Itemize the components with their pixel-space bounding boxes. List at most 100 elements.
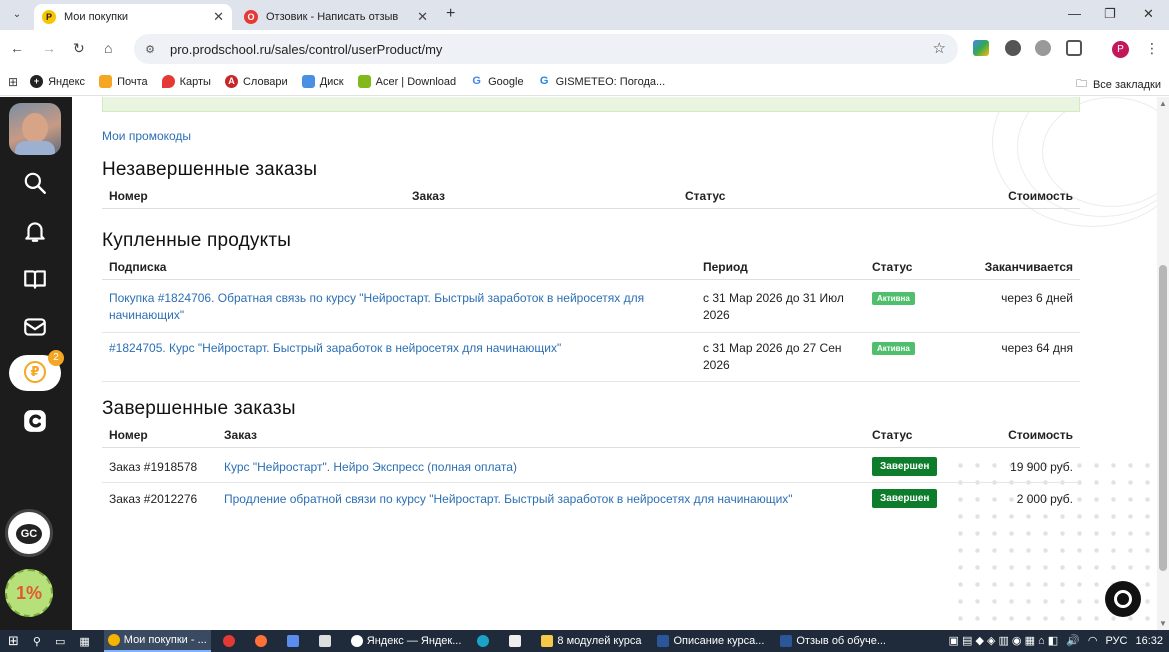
taskbar-app[interactable]	[315, 630, 339, 652]
google-icon: G	[470, 75, 484, 88]
task-view-icon[interactable]: ▭	[55, 635, 65, 648]
order-cost: 2 000 руб.	[1016, 492, 1073, 506]
mail-icon	[24, 318, 46, 336]
getcourse-button[interactable]	[10, 403, 60, 439]
tab-my-purchases[interactable]: P Мои покупки ✕	[34, 4, 232, 30]
taskbar-app[interactable]	[283, 630, 307, 652]
subscription-link[interactable]: #1824705. Курс "Нейростарт. Быстрый зара…	[109, 340, 679, 357]
taskbar-firefox[interactable]	[251, 630, 275, 652]
home-icon[interactable]: ⌂	[104, 40, 112, 56]
ends-text: через 64 дня	[1001, 341, 1073, 355]
gismeteo-icon: G	[537, 75, 551, 88]
scroll-up-icon[interactable]: ▲	[1159, 99, 1167, 108]
yandex-icon	[350, 635, 363, 647]
bookmark-disk[interactable]: Диск	[301, 75, 344, 88]
bookmark-dictionary[interactable]: A Словари	[224, 75, 288, 88]
url-text: pro.prodschool.ru/sales/control/userProd…	[170, 41, 443, 57]
page-scrollbar[interactable]: ▲ ▼	[1157, 97, 1169, 630]
search-icon	[24, 172, 46, 194]
notifications-button[interactable]	[10, 213, 60, 249]
app-icon	[286, 635, 299, 647]
edge-icon	[477, 635, 490, 647]
yandex-icon: +	[30, 75, 44, 88]
close-tab-icon[interactable]: ✕	[213, 9, 224, 25]
order-link[interactable]: Продление обратной связи по курсу "Нейро…	[224, 491, 793, 508]
map-pin-icon	[161, 75, 175, 88]
browser-menu-icon[interactable]: ⋮	[1145, 40, 1159, 57]
firefox-icon	[254, 635, 267, 647]
bookmark-acer[interactable]: Acer | Download	[357, 75, 456, 88]
search-icon[interactable]: ⚲	[33, 635, 41, 648]
windows-start-icon[interactable]: ⊞	[8, 633, 19, 649]
profile-avatar[interactable]: P	[1112, 41, 1129, 58]
table-row: #1824705. Курс "Нейростарт. Быстрый зара…	[102, 333, 1080, 382]
subscription-link[interactable]: Покупка #1824706. Обратная связь по курс…	[109, 290, 679, 324]
omnibox[interactable]: ⚙ pro.prodschool.ru/sales/control/userPr…	[134, 34, 958, 64]
chat-widget-button[interactable]	[1105, 581, 1141, 617]
one-percent-badge[interactable]: 1%	[5, 569, 53, 617]
taskbar-item-yandex[interactable]: Яндекс — Яндек...	[347, 630, 466, 652]
opera-icon	[222, 635, 235, 647]
all-bookmarks[interactable]: 🗀 Все закладки	[1076, 75, 1161, 94]
clock[interactable]: 16:32	[1135, 635, 1163, 647]
bookmark-mail[interactable]: Почта	[99, 75, 148, 88]
tray-icons[interactable]: ▣ ▤ ◆ ◈ ▥ ◉ ▦ ⌂ ◧	[949, 634, 1059, 647]
taskbar-edge[interactable]	[473, 630, 497, 652]
tab-title: Мои покупки	[64, 11, 129, 23]
reload-icon[interactable]: ↻	[73, 40, 85, 57]
book-icon	[24, 270, 46, 289]
scrollbar-thumb[interactable]	[1159, 265, 1167, 571]
extensions-puzzle-icon[interactable]	[1066, 40, 1082, 56]
search-button[interactable]	[10, 165, 60, 201]
new-tab-button[interactable]: +	[446, 5, 455, 23]
disk-icon	[301, 75, 315, 88]
ends-text: через 6 дней	[1001, 291, 1073, 305]
close-tab-icon[interactable]: ✕	[417, 9, 428, 25]
table-row: Покупка #1824706. Обратная связь по курс…	[102, 284, 1080, 333]
word-icon	[780, 635, 793, 647]
left-sidebar: ₽ 2 GC 1%	[0, 97, 72, 630]
tab-search-button[interactable]: ⌄	[8, 6, 26, 24]
scroll-down-icon[interactable]: ▼	[1159, 619, 1167, 628]
taskbar-item-chrome[interactable]: Мои покупки - ...	[103, 630, 211, 652]
minimize-icon[interactable]: —	[1068, 6, 1081, 21]
extension-icon[interactable]	[973, 40, 989, 56]
back-icon[interactable]: ←	[10, 40, 24, 56]
getcourse-verified-logo[interactable]: GC	[5, 509, 53, 557]
bookmark-yandex[interactable]: + Яндекс	[30, 75, 85, 88]
taskbar-app[interactable]	[505, 630, 529, 652]
wifi-icon[interactable]: ◠	[1088, 634, 1098, 647]
bookmark-gismeteo[interactable]: G GISMETEO: Погода...	[537, 75, 665, 88]
extension-icon[interactable]	[1005, 40, 1021, 56]
period-text: с 31 Мар 2026 до 31 Июл 2026	[703, 291, 844, 322]
tab-otzovik[interactable]: О Отзовик - Написать отзыв ✕	[236, 4, 436, 30]
browser-tab-bar: ⌄ P Мои покупки ✕ О Отзовик - Написать о…	[0, 0, 1169, 30]
user-avatar[interactable]	[9, 103, 61, 155]
messages-button[interactable]	[10, 309, 60, 345]
windows-taskbar: ⊞ ⚲ ▭ ▦ Мои покупки - ... Яндекс — Яндек…	[0, 630, 1169, 652]
system-tray: ▣ ▤ ◆ ◈ ▥ ◉ ▦ ⌂ ◧ 🔊 ◠ РУС 16:32	[949, 634, 1163, 648]
my-promocodes-link[interactable]: Мои промокоды	[102, 129, 191, 143]
volume-icon[interactable]: 🔊	[1066, 634, 1080, 647]
language-indicator[interactable]: РУС	[1105, 635, 1127, 647]
taskbar-item-folder[interactable]: 8 модулей курса	[537, 630, 645, 652]
bookmark-google[interactable]: G Google	[470, 75, 524, 88]
taskbar-opera[interactable]	[219, 630, 243, 652]
app-icon[interactable]: ▦	[79, 635, 89, 648]
taskbar-item-word2[interactable]: Отзыв об обуче...	[776, 630, 890, 652]
bookmark-star-icon[interactable]: ☆	[933, 39, 946, 57]
globe-icon[interactable]	[1035, 40, 1051, 56]
site-settings-icon[interactable]: ⚙	[142, 43, 158, 56]
forward-icon[interactable]: →	[42, 40, 56, 56]
order-link[interactable]: Курс "Нейростарт". Нейро Экспресс (полна…	[224, 459, 517, 476]
training-button[interactable]	[10, 261, 60, 297]
purchases-badge: 2	[48, 350, 64, 366]
bookmark-maps[interactable]: Карты	[161, 75, 211, 88]
taskbar-item-word1[interactable]: Описание курса...	[653, 630, 768, 652]
close-window-icon[interactable]: ✕	[1143, 6, 1154, 22]
chrome-icon	[107, 634, 120, 646]
status-badge: Завершен	[872, 489, 938, 508]
apps-grid-icon[interactable]: ⊞	[8, 75, 18, 89]
bell-icon	[25, 222, 45, 242]
restore-icon[interactable]: ❐	[1104, 6, 1116, 22]
